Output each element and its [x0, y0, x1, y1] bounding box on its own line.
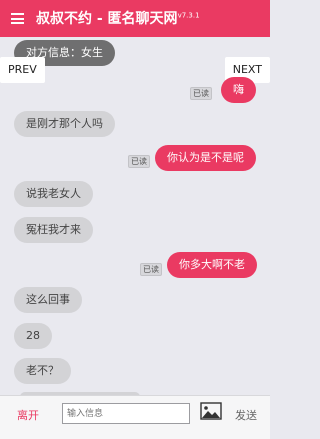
image-icon[interactable]: [200, 402, 222, 420]
footer-bar: 离开 发送: [0, 395, 270, 439]
leave-button[interactable]: 离开: [17, 407, 39, 423]
app-title: 叔叔不约 - 匿名聊天网v7.3.1: [36, 8, 200, 28]
app-version: v7.3.1: [177, 11, 200, 20]
message-bubble-me: 你认为是不是呢: [155, 145, 256, 171]
message-bubble-me: 嗨: [221, 77, 256, 103]
read-receipt: 已读: [128, 155, 150, 168]
message-input[interactable]: [62, 403, 190, 424]
message-bubble-them: 老不？: [14, 358, 71, 384]
app-header: 叔叔不约 - 匿名聊天网v7.3.1: [0, 0, 270, 37]
message-bubble-them: 冤枉我才来: [14, 217, 93, 243]
message-bubble-me: 你多大啊不老: [167, 252, 257, 278]
message-bubble-them: 说我老女人: [14, 181, 93, 207]
app-title-text: 叔叔不约 - 匿名聊天网: [36, 11, 178, 27]
hamburger-menu-icon[interactable]: [11, 13, 24, 24]
message-bubble-them: 这么回事: [14, 287, 82, 313]
message-bubble-them: 28: [14, 323, 52, 349]
message-bubble-them: 是刚才那个人吗: [14, 111, 115, 137]
send-button[interactable]: 发送: [235, 407, 257, 423]
read-receipt: 已读: [140, 263, 162, 276]
read-receipt: 已读: [190, 87, 212, 100]
chat-area[interactable]: 对方信息：女生 PREV NEXT 已读 嗨 是刚才那个人吗 已读 你认为是不是…: [0, 37, 270, 395]
prev-button[interactable]: PREV: [0, 57, 45, 83]
